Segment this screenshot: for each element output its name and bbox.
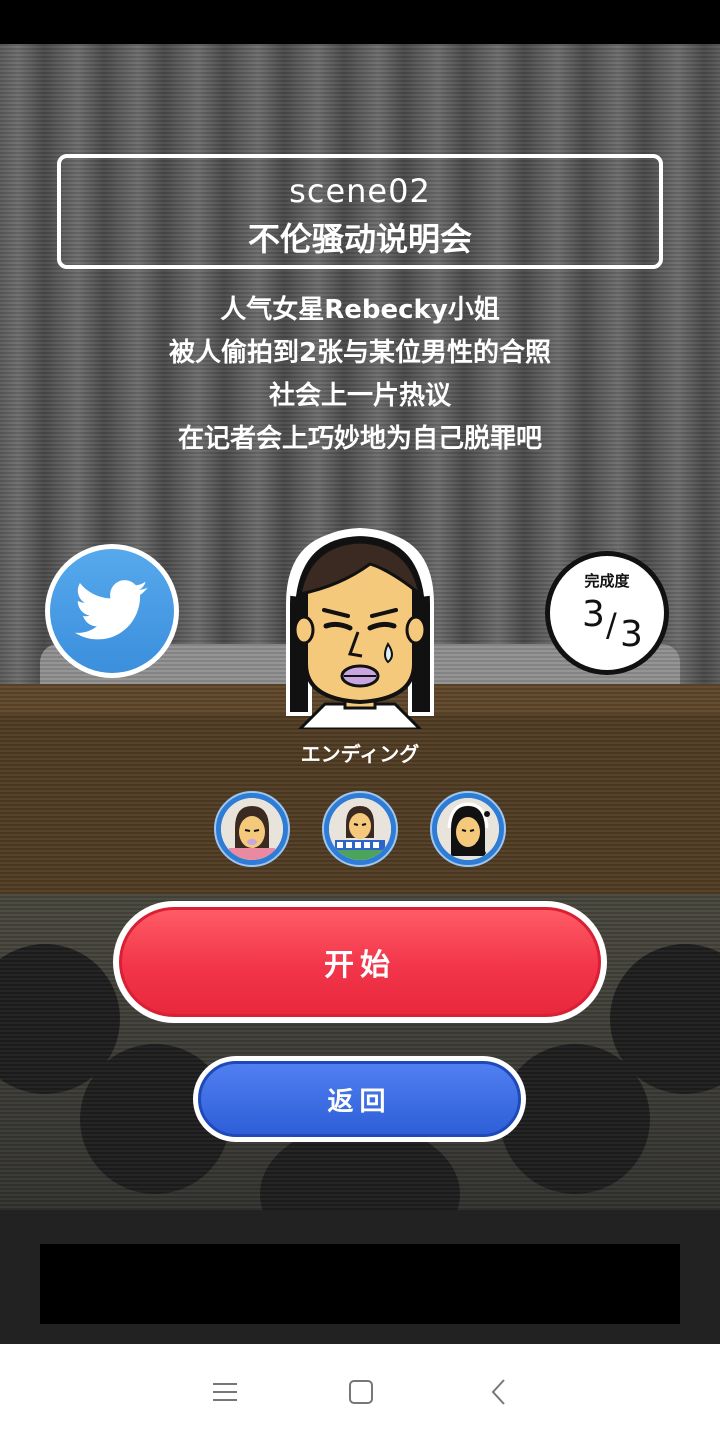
scene-title-box: scene02 不伦骚动说明会: [57, 154, 663, 269]
status-bar: [0, 0, 720, 44]
menu-icon: [213, 1383, 237, 1401]
character-portrait: [286, 527, 434, 729]
twitter-share-button[interactable]: [45, 544, 179, 678]
scene-background: scene02 不伦骚动说明会 人气女星Rebecky小姐 被人偷拍到2张与某位…: [0, 44, 720, 1210]
start-button-label: 开始: [119, 907, 601, 1017]
scene-description: 人气女星Rebecky小姐 被人偷拍到2张与某位男性的合照 社会上一片热议 在记…: [60, 289, 660, 461]
description-line: 被人偷拍到2张与某位男性的合照: [168, 338, 552, 368]
endings-row: [214, 791, 506, 867]
ending-3-face-icon: [437, 798, 499, 860]
nav-menu-button[interactable]: [205, 1372, 245, 1412]
ending-thumbnail-1[interactable]: [214, 791, 290, 867]
nav-back-button[interactable]: [479, 1372, 519, 1412]
back-icon: [491, 1379, 505, 1405]
description-line: 在记者会上巧妙地为自己脱罪吧: [177, 424, 542, 454]
start-button[interactable]: 开始: [113, 901, 607, 1023]
scene-title: 不伦骚动说明会: [247, 220, 472, 258]
twitter-button-face: [50, 549, 174, 673]
system-navigation-bar: [0, 1344, 720, 1440]
scene-number: scene02: [289, 172, 431, 210]
back-button-label: 返回: [198, 1061, 521, 1137]
ending-2-face-icon: [329, 798, 391, 860]
twitter-icon: [75, 580, 148, 640]
ending-thumbnail-3[interactable]: [430, 791, 506, 867]
ending-thumbnail-2[interactable]: [322, 791, 398, 867]
completion-slash: /: [606, 606, 617, 644]
nav-home-button[interactable]: [341, 1372, 381, 1412]
description-line: 人气女星Rebecky小姐: [220, 295, 500, 325]
completion-total: 3: [620, 614, 643, 655]
completion-badge: 完成度 3 / 3: [545, 551, 669, 675]
ad-banner-area: [40, 1244, 680, 1324]
completion-current: 3: [582, 594, 605, 635]
back-button[interactable]: 返回: [193, 1056, 526, 1142]
completion-badge-face: 完成度 3 / 3: [550, 556, 664, 670]
home-icon: [349, 1380, 373, 1404]
character-name: エンディング: [300, 742, 420, 766]
ending-1-face-icon: [221, 798, 283, 860]
description-line: 社会上一片热议: [268, 381, 451, 411]
completion-label: 完成度: [584, 572, 630, 590]
